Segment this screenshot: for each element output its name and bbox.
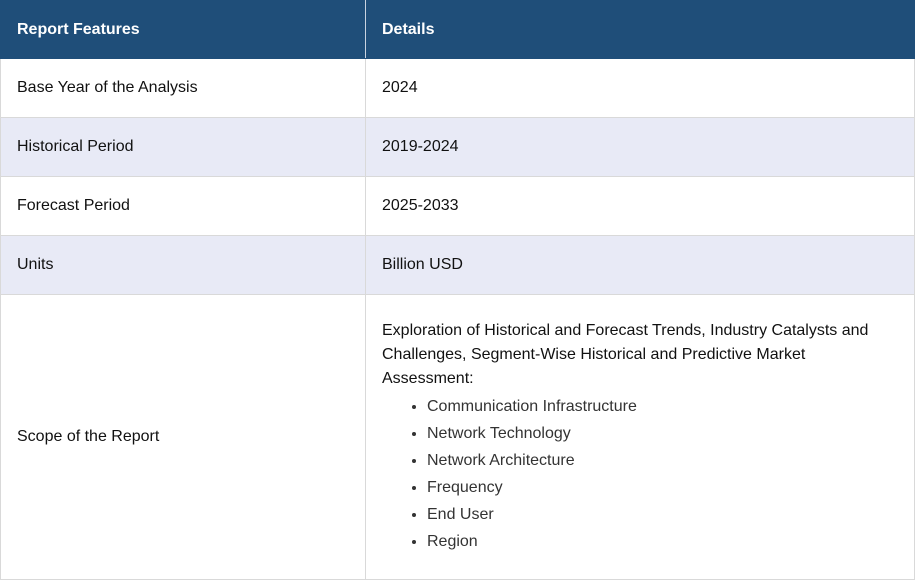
detail-cell: 2025-2033	[365, 176, 915, 236]
list-item: End User	[427, 501, 898, 528]
scope-detail-cell: Exploration of Historical and Forecast T…	[365, 294, 915, 580]
list-item: Network Architecture	[427, 447, 898, 474]
scope-segment-list: Communication Infrastructure Network Tec…	[382, 393, 898, 555]
column-header-details: Details	[365, 0, 915, 59]
feature-cell: Units	[0, 235, 366, 295]
scope-row: Scope of the Report Exploration of Histo…	[0, 294, 915, 580]
feature-cell: Forecast Period	[0, 176, 366, 236]
detail-cell: Billion USD	[365, 235, 915, 295]
feature-cell: Historical Period	[0, 117, 366, 177]
table-header-row: Report Features Details	[0, 0, 915, 59]
feature-cell: Base Year of the Analysis	[0, 58, 366, 118]
detail-cell: 2019-2024	[365, 117, 915, 177]
list-item: Frequency	[427, 474, 898, 501]
scope-intro-text: Exploration of Historical and Forecast T…	[382, 322, 869, 387]
list-item: Communication Infrastructure	[427, 393, 898, 420]
list-item: Network Technology	[427, 420, 898, 447]
table-row: Historical Period 2019-2024	[0, 117, 915, 177]
detail-cell: 2024	[365, 58, 915, 118]
feature-cell: Scope of the Report	[0, 294, 366, 580]
report-features-table: Report Features Details Base Year of the…	[0, 0, 915, 580]
list-item: Region	[427, 528, 898, 555]
column-header-report-features: Report Features	[0, 0, 366, 59]
table-row: Forecast Period 2025-2033	[0, 176, 915, 236]
table-row: Base Year of the Analysis 2024	[0, 58, 915, 118]
table-row: Units Billion USD	[0, 235, 915, 295]
